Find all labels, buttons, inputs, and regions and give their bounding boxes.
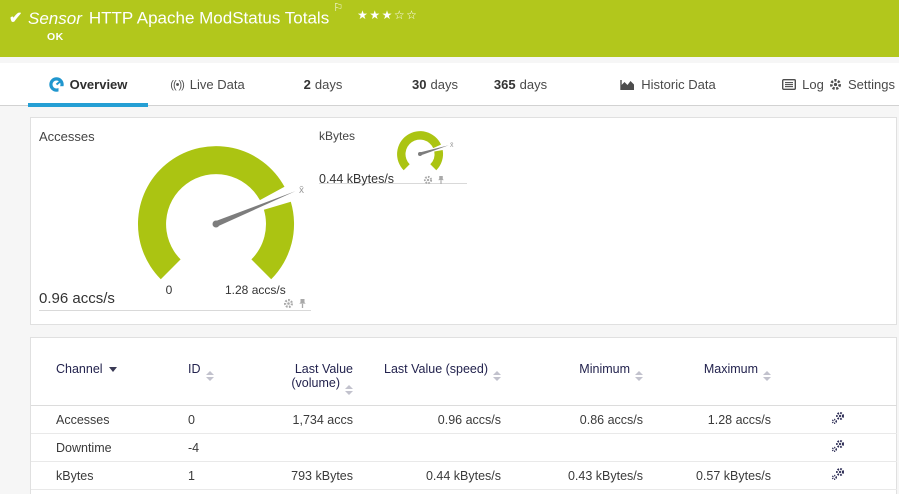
sensor-header: ✔ Sensor HTTP Apache ModStatus Totals ⚐ ★★★… (0, 0, 899, 57)
object-type-label: Sensor (28, 9, 82, 28)
sensor-title-line: SensorHTTP Apache ModStatus Totals⚐★★★☆☆ (28, 7, 418, 29)
tab-365-days[interactable]: 365 days (483, 63, 558, 106)
cell-last-volume: 793 kBytes (271, 462, 361, 490)
prtg-sensor-page: ✔ Sensor HTTP Apache ModStatus Totals ⚐ ★★★… (0, 0, 899, 494)
kbytes-gauge-chart: x̄ (384, 126, 456, 186)
broadcast-icon: ((•)) (170, 79, 184, 91)
tab-historic-data[interactable]: Historic Data (608, 63, 728, 106)
cell-maximum (651, 434, 779, 462)
cell-id: 1 (181, 462, 271, 490)
avg-marker: x̄ (299, 185, 304, 196)
pin-icon[interactable] (437, 175, 445, 185)
pin-icon[interactable] (298, 298, 307, 309)
channel-settings-gears-icon[interactable] (831, 467, 846, 481)
cell-minimum (511, 434, 651, 462)
tab-label: days (315, 77, 342, 92)
sort-icon (206, 371, 214, 381)
gauge-max-label: 1.28 accs/s (225, 283, 286, 297)
page-title: HTTP Apache ModStatus Totals (89, 9, 329, 28)
column-header-last-value-speed[interactable]: Last Value (speed) (361, 358, 511, 406)
sort-icon (493, 371, 501, 381)
gauge-widget-toolbar (283, 298, 307, 309)
flag-icon[interactable]: ⚐ (333, 2, 343, 14)
table-row-downtime: Downtime -4 (31, 434, 897, 462)
column-header-last-value-volume[interactable]: Last Value (volume) (271, 358, 361, 406)
gauge-icon (49, 77, 64, 92)
tab-label: Log (802, 77, 824, 92)
cell-last-speed (361, 434, 511, 462)
tab-2-days[interactable]: 2 days (293, 63, 353, 106)
tab-number: 30 (412, 77, 426, 92)
column-header-minimum[interactable]: Minimum (511, 358, 651, 406)
tab-live-data[interactable]: ((•)) Live Data (160, 63, 255, 106)
stars-filled: ★★★ (357, 8, 394, 22)
cell-last-speed: 0.96 accs/s (361, 406, 511, 434)
cell-maximum: 1.28 accs/s (651, 406, 779, 434)
tab-label: days (431, 77, 458, 92)
cell-minimum: 0.86 accs/s (511, 406, 651, 434)
priority-stars[interactable]: ★★★☆☆ (357, 8, 418, 22)
cell-minimum: 0.43 kBytes/s (511, 462, 651, 490)
column-header-id[interactable]: ID (181, 358, 271, 406)
tab-label: days (520, 77, 547, 92)
cell-last-volume (271, 434, 361, 462)
gauge-widget-toolbar (423, 175, 445, 185)
column-header-channel[interactable]: Channel (31, 358, 181, 406)
stars-empty: ☆☆ (394, 8, 419, 22)
gauge-current-value: 0.44 kBytes/s (319, 172, 394, 186)
cell-actions (779, 406, 897, 434)
column-header-actions (779, 358, 897, 406)
gauges-panel: Accesses x̄ 0.96 accs/s 0 1.28 accs/s (30, 117, 897, 325)
cell-channel[interactable]: Downtime (31, 434, 181, 462)
log-icon (782, 79, 796, 90)
cell-maximum: 0.57 kBytes/s (651, 462, 779, 490)
cell-channel[interactable]: Accesses (31, 406, 181, 434)
cell-channel[interactable]: kBytes (31, 462, 181, 490)
table-header-row: Channel ID Last Value (volume) Last Valu… (31, 358, 897, 406)
sort-desc-icon (109, 367, 117, 372)
cell-id: 0 (181, 406, 271, 434)
channel-settings-gears-icon[interactable] (831, 411, 846, 425)
tab-number: 2 (304, 77, 311, 92)
sort-icon (635, 371, 643, 381)
tab-settings[interactable]: Settings (826, 63, 898, 106)
sort-icon (345, 385, 353, 395)
tab-label: Historic Data (641, 77, 715, 92)
gauge-title: kBytes (319, 129, 355, 143)
cell-actions (779, 462, 897, 490)
gauge-widget-accesses: Accesses x̄ 0.96 accs/s 0 1.28 accs/s (39, 126, 311, 311)
tab-30-days[interactable]: 30 days (405, 63, 465, 106)
table-row-kbytes: kBytes 1 793 kBytes 0.44 kBytes/s 0.43 k… (31, 462, 897, 490)
gauge-min-label: 0 (157, 283, 181, 297)
gauge-current-value: 0.96 accs/s (39, 290, 115, 307)
gear-icon (829, 78, 842, 91)
tab-log[interactable]: Log (775, 63, 831, 106)
table-row-accesses: Accesses 0 1,734 accs 0.96 accs/s 0.86 a… (31, 406, 897, 434)
tab-label: Live Data (190, 77, 245, 92)
gauge-title: Accesses (39, 129, 95, 144)
avg-marker: x̄ (450, 142, 454, 149)
cell-last-volume: 1,734 accs (271, 406, 361, 434)
sensor-tabbar: Overview ((•)) Live Data 2 days 30 days … (0, 63, 899, 106)
status-ok-check-icon: ✔ (9, 8, 22, 28)
tab-label: Settings (848, 77, 895, 92)
channels-table: Channel ID Last Value (volume) Last Valu… (31, 358, 897, 490)
column-header-maximum[interactable]: Maximum (651, 358, 779, 406)
cell-last-speed: 0.44 kBytes/s (361, 462, 511, 490)
cell-id: -4 (181, 434, 271, 462)
cell-actions (779, 434, 897, 462)
sort-icon (763, 371, 771, 381)
tab-label: Overview (70, 77, 128, 92)
channel-settings-gears-icon[interactable] (831, 439, 846, 453)
tab-overview[interactable]: Overview (28, 63, 148, 106)
gear-icon[interactable] (283, 298, 294, 309)
channels-table-panel: Channel ID Last Value (volume) Last Valu… (30, 337, 897, 494)
gear-icon[interactable] (423, 175, 433, 185)
tab-number: 365 (494, 77, 516, 92)
status-badge: OK (47, 31, 64, 43)
area-chart-icon (620, 79, 635, 91)
accesses-gauge-chart: x̄ (116, 139, 316, 309)
gauge-widget-kbytes: kBytes x̄ 0.44 kBytes/s (319, 126, 467, 184)
